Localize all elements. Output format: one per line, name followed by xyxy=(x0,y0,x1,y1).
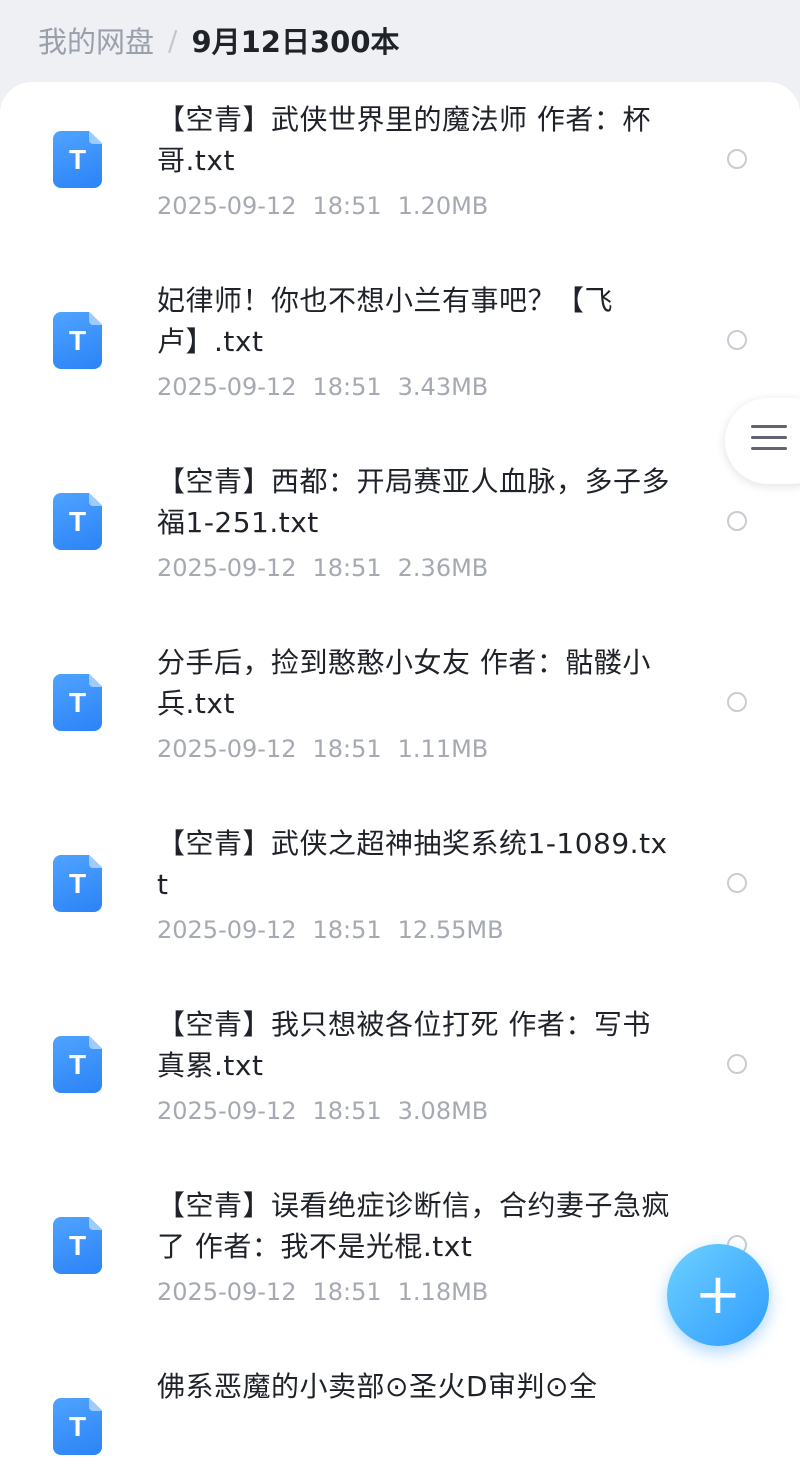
breadcrumb-separator: / xyxy=(168,23,178,57)
file-name: 【空青】武侠之超神抽奖系统1-1089.txt xyxy=(157,827,668,901)
file-name: 【空青】误看绝症诊断信，合约妻子急疯了 作者：我不是光棍.txt xyxy=(157,1189,671,1263)
file-size: 2.36MB xyxy=(397,554,489,582)
file-meta: 2025-09-12 18:51 1.18MB xyxy=(157,1278,504,1306)
file-time: 18:51 xyxy=(312,1097,382,1125)
file-meta: 2025-09-12 18:51 1.11MB xyxy=(157,735,504,763)
file-meta: 2025-09-12 18:51 3.43MB xyxy=(157,373,504,401)
breadcrumb: 我的网盘 / 9月12日300本 xyxy=(0,0,800,80)
select-checkbox[interactable] xyxy=(727,511,747,531)
file-date: 2025-09-12 xyxy=(157,554,297,582)
file-size: 1.11MB xyxy=(397,735,489,763)
file-row[interactable]: T 【空青】武侠世界里的魔法师 作者：杯哥.txt 2025-09-12 18:5… xyxy=(0,82,800,263)
txt-file-icon: T xyxy=(53,1036,102,1093)
txt-file-icon: T xyxy=(53,312,102,369)
file-row[interactable]: T 分手后，捡到憨憨小女友 作者：骷髅小兵.txt 2025-09-12 18:5… xyxy=(0,625,800,806)
file-time: 18:51 xyxy=(312,735,382,763)
file-meta: 2025-09-12 18:51 2.36MB xyxy=(157,554,504,582)
file-time: 18:51 xyxy=(312,1278,382,1306)
file-date: 2025-09-12 xyxy=(157,1278,297,1306)
file-size: 1.18MB xyxy=(397,1278,489,1306)
add-button[interactable]: + xyxy=(667,1244,769,1346)
file-meta: 2025-09-12 18:51 1.20MB xyxy=(157,192,504,220)
breadcrumb-current: 9月12日300本 xyxy=(191,25,400,59)
file-size: 3.43MB xyxy=(397,373,489,401)
select-checkbox[interactable] xyxy=(727,873,747,893)
file-name: 【空青】武侠世界里的魔法师 作者：杯哥.txt xyxy=(157,103,651,177)
select-checkbox[interactable] xyxy=(727,692,747,712)
select-checkbox[interactable] xyxy=(727,1054,747,1074)
file-row[interactable]: T 【空青】武侠之超神抽奖系统1-1089.txt 2025-09-12 18:5… xyxy=(0,806,800,987)
file-size: 1.20MB xyxy=(397,192,489,220)
file-row[interactable]: T 【空青】我只想被各位打死 作者：写书真累.txt 2025-09-12 18:… xyxy=(0,987,800,1168)
file-row[interactable]: T 妃律师！你也不想小兰有事吧？【飞卢】.txt 2025-09-12 18:51… xyxy=(0,263,800,444)
file-date: 2025-09-12 xyxy=(157,373,297,401)
file-row[interactable]: T 佛系恶魔的小卖部⊙圣火D审判⊙全 xyxy=(0,1349,800,1482)
file-name: 【空青】西都：开局赛亚人血脉，多子多福1-251.txt xyxy=(157,465,671,539)
file-time: 18:51 xyxy=(312,373,382,401)
file-date: 2025-09-12 xyxy=(157,916,297,944)
file-size: 12.55MB xyxy=(397,916,504,944)
file-date: 2025-09-12 xyxy=(157,192,297,220)
file-date: 2025-09-12 xyxy=(157,1097,297,1125)
txt-file-icon: T xyxy=(53,855,102,912)
file-name: 佛系恶魔的小卖部⊙圣火D审判⊙全 xyxy=(157,1370,598,1403)
file-meta: 2025-09-12 18:51 3.08MB xyxy=(157,1097,504,1125)
menu-icon xyxy=(751,425,787,455)
file-meta: 2025-09-12 18:51 12.55MB xyxy=(157,916,520,944)
txt-file-icon: T xyxy=(53,131,102,188)
file-time: 18:51 xyxy=(312,192,382,220)
txt-file-icon: T xyxy=(53,1217,102,1274)
file-name: 妃律师！你也不想小兰有事吧？【飞卢】.txt xyxy=(157,284,614,358)
select-checkbox[interactable] xyxy=(727,149,747,169)
select-checkbox[interactable] xyxy=(727,330,747,350)
txt-file-icon: T xyxy=(53,1398,102,1455)
file-row[interactable]: T 【空青】西都：开局赛亚人血脉，多子多福1-251.txt 2025-09-1… xyxy=(0,444,800,625)
breadcrumb-root[interactable]: 我的网盘 xyxy=(38,19,154,61)
plus-icon: + xyxy=(694,1262,742,1327)
file-name: 【空青】我只想被各位打死 作者：写书真累.txt xyxy=(157,1008,651,1082)
file-time: 18:51 xyxy=(312,916,382,944)
file-time: 18:51 xyxy=(312,554,382,582)
txt-file-icon: T xyxy=(53,493,102,550)
file-date: 2025-09-12 xyxy=(157,735,297,763)
file-name: 分手后，捡到憨憨小女友 作者：骷髅小兵.txt xyxy=(157,646,651,720)
file-size: 3.08MB xyxy=(397,1097,489,1125)
txt-file-icon: T xyxy=(53,674,102,731)
